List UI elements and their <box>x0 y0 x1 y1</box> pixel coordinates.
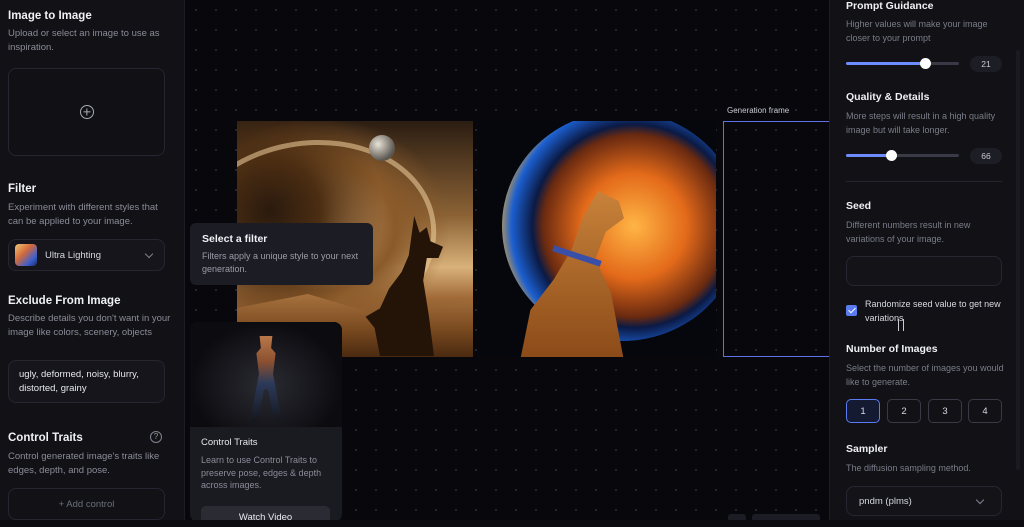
slider-fill <box>846 154 892 157</box>
seed-title: Seed <box>846 200 872 212</box>
control-traits-desc: Control generated image's traits like ed… <box>8 451 160 476</box>
chevron-down-icon <box>975 495 985 504</box>
prompt-guidance-value[interactable]: 21 <box>970 56 1002 72</box>
exclude-textarea[interactable]: ugly, deformed, noisy, blurry, distorted… <box>8 360 165 403</box>
moon <box>369 135 395 161</box>
prompt-guidance-title: Prompt Guidance <box>846 0 934 12</box>
pose-figure <box>250 336 282 422</box>
divider <box>846 181 1002 182</box>
video-card-title: Control Traits <box>201 437 258 448</box>
num-images-desc: Select the number of images you would li… <box>846 363 1004 387</box>
generation-frame-label: Generation frame <box>727 106 790 115</box>
chevron-down-icon <box>144 249 154 258</box>
quality-value[interactable]: 66 <box>970 148 1002 164</box>
text-cursor-icon <box>898 319 904 331</box>
control-traits-title: Control Traits <box>8 432 83 444</box>
num-images-title: Number of Images <box>846 343 938 355</box>
sampler-selected-value: pndm (plms) <box>859 495 912 507</box>
filter-thumbnail <box>15 244 37 266</box>
seed-desc: Different numbers result in new variatio… <box>846 220 971 244</box>
randomize-seed-label: Randomize seed value to get new variatio… <box>865 299 1001 323</box>
image-upload-area[interactable] <box>8 68 165 156</box>
tooltip-desc: Filters apply a unique style to your nex… <box>202 251 359 274</box>
quality-desc: More steps will result in a high quality… <box>846 111 996 135</box>
add-circle-icon <box>79 105 94 119</box>
sampler-select[interactable]: pndm (plms) <box>846 486 1002 516</box>
quality-title: Quality & Details <box>846 91 930 103</box>
tooltip-title: Select a filter <box>202 233 268 245</box>
num-images-option-4[interactable]: 4 <box>968 399 1002 423</box>
num-images-option-1[interactable]: 1 <box>846 399 880 423</box>
prompt-guidance-desc: Higher values will make your image close… <box>846 19 988 43</box>
slider-handle[interactable] <box>920 58 932 69</box>
left-panel: Image to Image Upload or select an image… <box>0 0 185 527</box>
filter-select[interactable]: Ultra Lighting <box>8 239 165 271</box>
num-images-option-3[interactable]: 3 <box>928 399 962 423</box>
filter-title: Filter <box>8 183 37 195</box>
right-panel: Prompt Guidance Higher values will make … <box>829 0 1024 527</box>
num-images-option-2[interactable]: 2 <box>887 399 921 423</box>
bottom-bar <box>0 520 1024 527</box>
slider-handle[interactable] <box>886 150 898 161</box>
control-traits-video-card: Control Traits Learn to use Control Trai… <box>190 322 342 522</box>
filter-selected-value: Ultra Lighting <box>45 249 101 261</box>
prompt-guidance-slider[interactable] <box>846 58 959 69</box>
sampler-desc: The diffusion sampling method. <box>846 463 971 473</box>
quality-slider[interactable] <box>846 150 959 161</box>
randomize-seed-checkbox[interactable] <box>846 305 857 316</box>
video-thumbnail[interactable] <box>190 322 342 427</box>
filter-tooltip: Select a filter Filters apply a unique s… <box>190 223 373 285</box>
add-control-button[interactable]: + Add control <box>8 488 165 520</box>
slider-fill <box>846 62 926 65</box>
exclude-title: Exclude From Image <box>8 295 121 307</box>
image-to-image-title: Image to Image <box>8 10 92 22</box>
filter-desc: Experiment with different styles that ca… <box>8 202 158 227</box>
seed-input[interactable] <box>846 256 1002 286</box>
generation-frame[interactable] <box>723 121 829 357</box>
sampler-title: Sampler <box>846 443 888 455</box>
video-card-desc: Learn to use Control Traits to preserve … <box>201 455 322 490</box>
exclude-desc: Describe details you don't want in your … <box>8 313 171 338</box>
generated-image-2[interactable] <box>480 121 716 357</box>
right-panel-scrollbar[interactable] <box>1016 50 1020 470</box>
help-icon[interactable]: ? <box>150 431 162 443</box>
image-to-image-desc: Upload or select an image to use as insp… <box>8 28 160 53</box>
